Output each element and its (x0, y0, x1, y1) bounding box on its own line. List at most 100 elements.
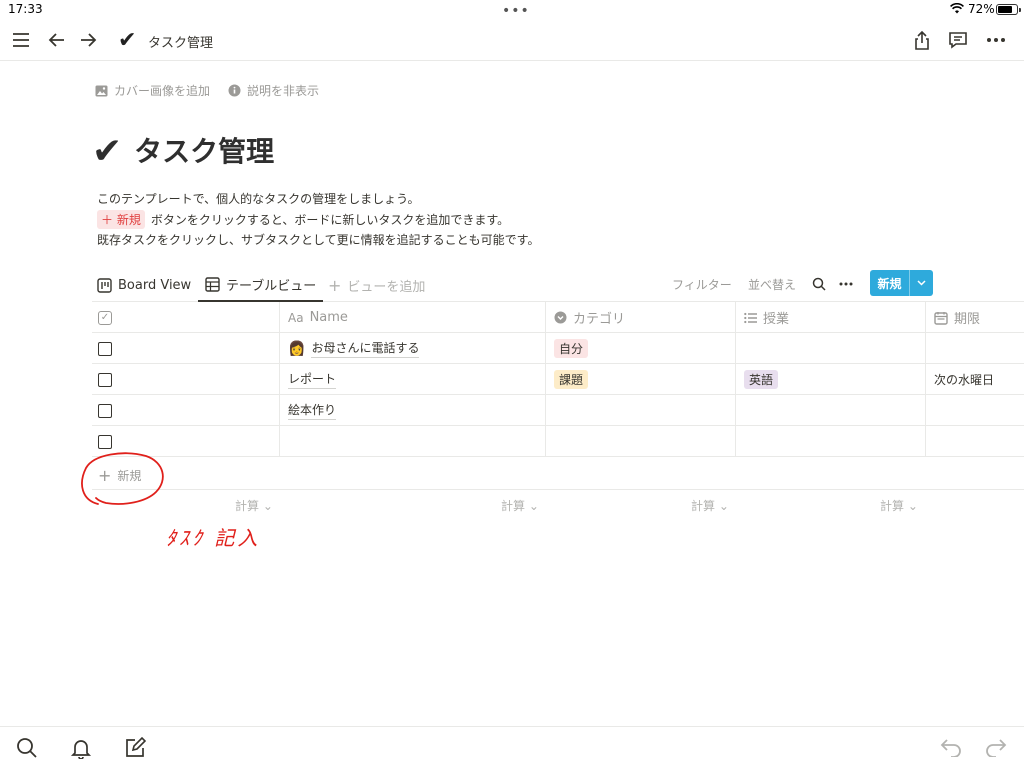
multitasking-dots-icon[interactable]: ••• (502, 3, 530, 19)
search-icon[interactable] (16, 737, 38, 759)
done-cell[interactable] (92, 333, 280, 364)
redo-icon[interactable] (985, 737, 1007, 757)
add-view-label: ビューを追加 (347, 279, 426, 295)
bell-icon[interactable] (70, 737, 92, 759)
category-cell[interactable]: 課題 (546, 364, 736, 395)
table-row[interactable] (92, 426, 1024, 457)
category-cell[interactable]: 自分 (546, 333, 736, 364)
sort-button[interactable]: 並べ替え (748, 276, 796, 293)
new-chip: ＋ 新規 (97, 210, 145, 229)
menu-icon[interactable] (9, 28, 33, 52)
done-cell[interactable] (92, 395, 280, 426)
hide-description-link[interactable]: 説明を非表示 (228, 82, 319, 99)
class-tag: 英語 (744, 370, 779, 389)
status-bar: 17:33 ••• 72% (0, 0, 1024, 20)
task-name[interactable]: お母さんに電話する (311, 339, 420, 358)
header-class[interactable]: 授業 (736, 302, 926, 333)
class-cell[interactable] (736, 426, 926, 457)
category-tag: 課題 (554, 370, 589, 389)
header-due[interactable]: 期限 (926, 302, 1024, 333)
page-check-icon: ✔ (118, 28, 137, 53)
tab-board-view[interactable]: Board View (97, 268, 191, 302)
search-icon[interactable] (812, 277, 826, 291)
forward-arrow-icon[interactable] (76, 28, 100, 52)
checkbox-property-icon: ✓ (98, 310, 112, 325)
table-row[interactable]: 絵本作り (92, 395, 1024, 426)
compose-icon[interactable] (124, 737, 146, 759)
divider (92, 489, 1024, 490)
view-toolbar: Board View テーブルビュー + ビューを追加 フィルター 並べ替え 新… (92, 268, 1024, 302)
more-options-icon[interactable] (984, 28, 1008, 52)
calendar-icon (934, 311, 948, 325)
due-cell[interactable] (926, 333, 1024, 364)
view-options-icon[interactable] (839, 282, 853, 286)
header-check-column[interactable]: ✓ (92, 302, 280, 333)
description-line-3: 既存タスクをクリックし、サブタスクとして更に情報を追記することも可能です。 (97, 233, 540, 247)
class-cell[interactable] (736, 333, 926, 364)
calculate-name[interactable]: 計算 ⌄ (235, 497, 273, 514)
comment-icon[interactable] (946, 28, 970, 52)
chevron-down-icon[interactable] (909, 270, 933, 296)
name-cell[interactable]: 👩 お母さんに電話する (280, 333, 546, 364)
category-cell[interactable] (546, 426, 736, 457)
category-tag: 自分 (554, 339, 589, 358)
share-icon[interactable] (910, 28, 934, 52)
done-checkbox[interactable] (98, 341, 112, 356)
done-checkbox[interactable] (98, 403, 112, 418)
done-checkbox[interactable] (98, 434, 112, 449)
select-property-icon (554, 311, 567, 324)
undo-icon[interactable] (940, 737, 962, 757)
table-row[interactable]: レポート 課題 英語 次の水曜日 (92, 364, 1024, 395)
top-navigation-bar: ✔ タスク管理 (0, 20, 1024, 61)
table-row[interactable]: 👩 お母さんに電話する 自分 (92, 333, 1024, 364)
task-name[interactable]: 絵本作り (288, 401, 337, 420)
calculate-class[interactable]: 計算 ⌄ (691, 497, 729, 514)
due-value: 次の水曜日 (934, 373, 995, 387)
breadcrumb-page-title[interactable]: タスク管理 (148, 32, 213, 51)
header-name[interactable]: Aa Name (280, 302, 546, 333)
header-category[interactable]: カテゴリ (546, 302, 736, 333)
description-line-2-text: ボタンをクリックすると、ボードに新しいタスクを追加できます。 (150, 213, 510, 227)
battery-percentage: 72% (968, 2, 995, 16)
tab-table-label: テーブルビュー (226, 278, 317, 294)
done-checkbox[interactable] (98, 372, 112, 387)
image-icon (95, 85, 108, 96)
done-cell[interactable] (92, 364, 280, 395)
calculate-label: 計算 (691, 499, 716, 513)
new-button[interactable]: 新規 (870, 270, 933, 296)
name-cell[interactable]: レポート (280, 364, 546, 395)
new-button-label[interactable]: 新規 (870, 270, 909, 296)
class-cell[interactable] (736, 395, 926, 426)
due-cell[interactable]: 次の水曜日 (926, 364, 1024, 395)
bottom-toolbar (0, 726, 1024, 768)
add-cover-label: カバー画像を追加 (114, 84, 211, 98)
add-cover-link[interactable]: カバー画像を追加 (95, 82, 210, 99)
due-cell[interactable] (926, 395, 1024, 426)
multi-select-property-icon (744, 312, 757, 323)
hide-description-label: 説明を非表示 (247, 84, 320, 98)
calculate-due[interactable]: 計算 ⌄ (880, 497, 918, 514)
status-time: 17:33 (8, 2, 43, 16)
due-cell[interactable] (926, 426, 1024, 457)
page-title-block: ✔ タスク管理 (92, 132, 274, 172)
task-name[interactable]: レポート (288, 370, 337, 389)
handwritten-annotation-text: ﾀｽｸ 記入 (166, 526, 261, 550)
header-category-label: カテゴリ (573, 312, 626, 327)
class-cell[interactable]: 英語 (736, 364, 926, 395)
back-arrow-icon[interactable] (45, 28, 69, 52)
filter-button[interactable]: フィルター (672, 276, 732, 293)
header-name-label: Name (309, 310, 348, 325)
calculate-category[interactable]: 計算 ⌄ (501, 497, 539, 514)
tab-table-view[interactable]: テーブルビュー (198, 268, 324, 302)
category-cell[interactable] (546, 395, 736, 426)
info-icon (228, 84, 241, 97)
add-view-button[interactable]: + ビューを追加 (328, 268, 425, 302)
text-property-icon: Aa (288, 310, 304, 325)
wifi-icon (950, 3, 964, 14)
name-cell[interactable] (280, 426, 546, 457)
description-line-1: このテンプレートで、個人的なタスクの管理をしましょう。 (97, 192, 420, 206)
board-icon (97, 277, 112, 293)
page-title[interactable]: タスク管理 (134, 132, 274, 172)
name-cell[interactable]: 絵本作り (280, 395, 546, 426)
tab-board-label: Board View (118, 277, 192, 293)
